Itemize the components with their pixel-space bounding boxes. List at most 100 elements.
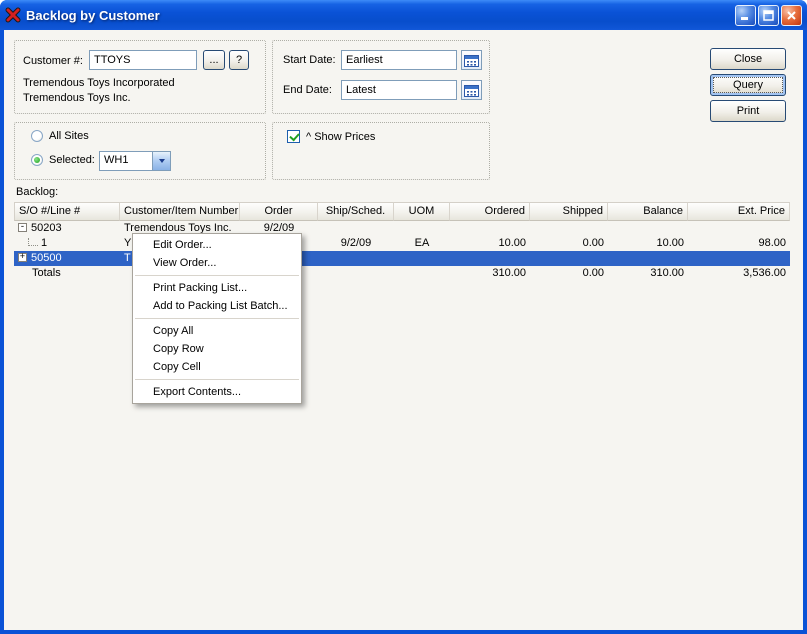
menu-item-copy-row[interactable]: Copy Row bbox=[133, 340, 301, 358]
column-header-balance[interactable]: Balance bbox=[608, 202, 688, 221]
site-combobox[interactable]: WH1 bbox=[99, 151, 171, 171]
ship-cell bbox=[318, 221, 394, 236]
close-icon bbox=[786, 10, 797, 21]
close-dialog-button[interactable]: Close bbox=[710, 48, 786, 70]
column-header-shipped[interactable]: Shipped bbox=[530, 202, 608, 221]
maximize-button[interactable] bbox=[758, 5, 779, 26]
ship-cell bbox=[318, 266, 394, 281]
selected-site-radio[interactable] bbox=[31, 154, 43, 166]
site-combobox-value: WH1 bbox=[100, 152, 152, 170]
balance-cell bbox=[608, 251, 688, 266]
dialog-content: Customer #: ... ? Tremendous Toys Incorp… bbox=[4, 30, 803, 630]
close-button[interactable] bbox=[781, 5, 802, 26]
calendar-icon bbox=[464, 84, 479, 97]
table-row-selected[interactable]: +50500 T bbox=[14, 251, 790, 266]
menu-item-edit-order[interactable]: Edit Order... bbox=[133, 236, 301, 254]
uom-cell bbox=[394, 221, 450, 236]
customer-name: Tremendous Toys Incorporated bbox=[23, 77, 175, 89]
tree-branch-icon bbox=[28, 238, 38, 246]
menu-separator bbox=[135, 318, 299, 319]
end-date-label: End Date: bbox=[283, 84, 332, 96]
chevron-down-icon bbox=[159, 159, 165, 163]
uom-cell: EA bbox=[394, 236, 450, 251]
ship-cell: 9/2/09 bbox=[318, 236, 394, 251]
customer-lookup-button[interactable]: ... bbox=[203, 50, 225, 70]
all-sites-label: All Sites bbox=[49, 130, 89, 142]
expand-expander-icon[interactable]: + bbox=[18, 253, 27, 262]
so-number: 50500 bbox=[31, 252, 62, 264]
shipped-total-cell: 0.00 bbox=[530, 266, 608, 281]
end-date-calendar-button[interactable] bbox=[461, 80, 482, 100]
menu-separator bbox=[135, 379, 299, 380]
ordered-cell: 10.00 bbox=[450, 236, 530, 251]
line-number: 1 bbox=[41, 237, 47, 249]
site-combobox-dropdown-button[interactable] bbox=[152, 152, 170, 170]
end-date-input[interactable] bbox=[341, 80, 457, 100]
uom-cell bbox=[394, 266, 450, 281]
sites-group: All Sites Selected: WH1 bbox=[14, 122, 266, 180]
menu-item-add-to-packing-list-batch[interactable]: Add to Packing List Batch... bbox=[133, 297, 301, 315]
balance-total-cell: 310.00 bbox=[608, 266, 688, 281]
query-button[interactable]: Query bbox=[710, 74, 786, 96]
column-header-ship-sched[interactable]: Ship/Sched. bbox=[318, 202, 394, 221]
table-row[interactable]: -50203 Tremendous Toys Inc. 9/2/09 bbox=[14, 221, 790, 236]
backlog-section-label: Backlog: bbox=[16, 186, 58, 198]
customer-help-button[interactable]: ? bbox=[229, 50, 249, 70]
ext-price-total-cell: 3,536.00 bbox=[688, 266, 790, 281]
column-header-ordered[interactable]: Ordered bbox=[450, 202, 530, 221]
backlog-table-header: S/O #/Line # Customer/Item Number Order … bbox=[14, 202, 790, 221]
shipped-cell bbox=[530, 251, 608, 266]
customer-alt-name: Tremendous Toys Inc. bbox=[23, 92, 131, 104]
column-header-so-line[interactable]: S/O #/Line # bbox=[14, 202, 120, 221]
table-row-totals[interactable]: Totals 310.00 0.00 310.00 3,536.00 bbox=[14, 266, 790, 281]
context-menu: Edit Order... View Order... Print Packin… bbox=[132, 233, 302, 404]
check-icon bbox=[289, 131, 299, 142]
shipped-cell bbox=[530, 221, 608, 236]
ordered-total-cell: 310.00 bbox=[450, 266, 530, 281]
column-header-uom[interactable]: UOM bbox=[394, 202, 450, 221]
menu-separator bbox=[135, 275, 299, 276]
menu-item-view-order[interactable]: View Order... bbox=[133, 254, 301, 272]
backlog-by-customer-window: Backlog by Customer Customer #: ... ? Tr… bbox=[0, 0, 807, 634]
selected-site-label: Selected: bbox=[49, 154, 95, 166]
options-group: ^ Show Prices bbox=[272, 122, 490, 180]
all-sites-radio[interactable] bbox=[31, 130, 43, 142]
column-header-customer-item[interactable]: Customer/Item Number bbox=[120, 202, 240, 221]
minimize-icon bbox=[740, 10, 751, 21]
start-date-input[interactable] bbox=[341, 50, 457, 70]
calendar-icon bbox=[464, 54, 479, 67]
balance-cell: 10.00 bbox=[608, 236, 688, 251]
start-date-calendar-button[interactable] bbox=[461, 50, 482, 70]
ordered-cell bbox=[450, 251, 530, 266]
column-header-ext-price[interactable]: Ext. Price bbox=[688, 202, 790, 221]
dates-group: Start Date: End Date: bbox=[272, 40, 490, 114]
backlog-table: S/O #/Line # Customer/Item Number Order … bbox=[14, 202, 790, 281]
show-prices-label: ^ Show Prices bbox=[306, 131, 375, 143]
menu-item-print-packing-list[interactable]: Print Packing List... bbox=[133, 279, 301, 297]
customer-number-label: Customer #: bbox=[23, 55, 83, 67]
show-prices-checkbox[interactable] bbox=[287, 130, 300, 143]
menu-item-export-contents[interactable]: Export Contents... bbox=[133, 383, 301, 401]
maximize-icon bbox=[763, 10, 774, 21]
customer-number-input[interactable] bbox=[89, 50, 197, 70]
column-header-order[interactable]: Order bbox=[240, 202, 318, 221]
collapse-expander-icon[interactable]: - bbox=[18, 223, 27, 232]
minimize-button[interactable] bbox=[735, 5, 756, 26]
ext-price-cell bbox=[688, 251, 790, 266]
ext-price-cell: 98.00 bbox=[688, 236, 790, 251]
app-icon bbox=[5, 7, 21, 23]
menu-item-copy-all[interactable]: Copy All bbox=[133, 322, 301, 340]
window-title: Backlog by Customer bbox=[26, 8, 730, 23]
menu-item-copy-cell[interactable]: Copy Cell bbox=[133, 358, 301, 376]
uom-cell bbox=[394, 251, 450, 266]
table-row[interactable]: 1 Y 9/2/09 EA 10.00 0.00 10.00 98.00 bbox=[14, 236, 790, 251]
start-date-label: Start Date: bbox=[283, 54, 336, 66]
title-bar[interactable]: Backlog by Customer bbox=[0, 0, 807, 30]
balance-cell bbox=[608, 221, 688, 236]
totals-label: Totals bbox=[14, 266, 120, 281]
print-button[interactable]: Print bbox=[710, 100, 786, 122]
so-number: 50203 bbox=[31, 222, 62, 234]
customer-group: Customer #: ... ? Tremendous Toys Incorp… bbox=[14, 40, 266, 114]
ship-cell bbox=[318, 251, 394, 266]
ordered-cell bbox=[450, 221, 530, 236]
